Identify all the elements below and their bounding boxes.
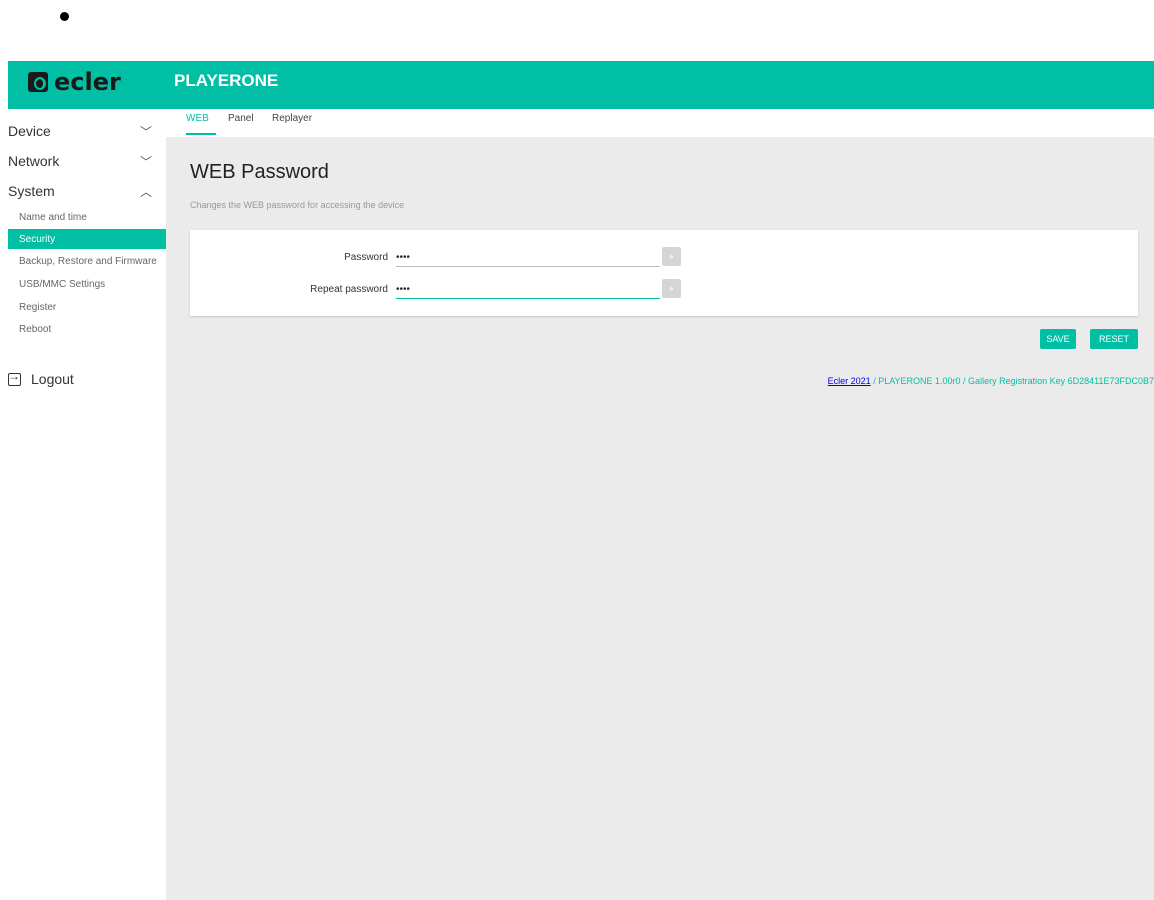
page-description: Changes the WEB password for accessing t… xyxy=(190,200,405,210)
save-button[interactable]: SAVE xyxy=(1040,329,1076,349)
sidebar-item-security[interactable]: Security xyxy=(8,229,166,249)
sidebar-item-label: Register xyxy=(19,301,57,313)
password-input[interactable] xyxy=(396,248,660,267)
repeat-password-input[interactable] xyxy=(396,280,660,299)
password-label: Password xyxy=(344,252,388,263)
tab-replayer[interactable]: Replayer xyxy=(272,113,312,133)
sidebar-item-label: USB/MMC Settings xyxy=(19,278,106,290)
eye-icon: ● xyxy=(669,284,674,293)
logout-label: Logout xyxy=(31,371,74,387)
sidebar-item-reboot[interactable]: Reboot xyxy=(8,319,166,339)
sidebar-item-label: Security xyxy=(19,233,56,245)
sidebar-group-label: System xyxy=(8,183,55,199)
tab-web[interactable]: WEB xyxy=(186,113,209,133)
reset-button[interactable]: RESET xyxy=(1090,329,1138,349)
sidebar-group-label: Device xyxy=(8,123,51,139)
sidebar-item-usb-mmc-settings[interactable]: USB/MMC Settings xyxy=(8,274,166,294)
sidebar-group-network[interactable]: Network ﹀ xyxy=(8,149,166,173)
show-repeat-password-button[interactable]: ● xyxy=(662,279,681,298)
sidebar-item-name-and-time[interactable]: Name and time xyxy=(8,207,166,227)
sidebar-item-backup-restore-firmware[interactable]: Backup, Restore and Firmware xyxy=(8,251,166,271)
eye-icon: ● xyxy=(669,252,674,261)
sidebar-item-label: Reboot xyxy=(19,323,52,335)
sidebar-group-device[interactable]: Device ﹀ xyxy=(8,119,166,143)
page-title: WEB Password xyxy=(190,161,329,183)
sidebar-group-label: Network xyxy=(8,153,60,169)
ecler-link[interactable]: Ecler 2021 xyxy=(828,376,871,386)
sidebar-item-label: Name and time xyxy=(19,211,87,223)
active-tab-indicator xyxy=(186,133,216,135)
logout-icon xyxy=(8,369,21,386)
logo-text: ecler xyxy=(54,68,121,96)
chevron-down-icon: ﹀ xyxy=(140,124,153,139)
chevron-down-icon: ﹀ xyxy=(140,154,153,169)
main-content: WEB Password Changes the WEB password fo… xyxy=(166,137,1154,900)
sidebar-item-register[interactable]: Register xyxy=(8,297,166,317)
footer-text: / PLAYERONE 1.00r0 / Gallery Registratio… xyxy=(870,376,1154,386)
sidebar-item-label: Backup, Restore and Firmware xyxy=(19,255,157,267)
sidebar-group-system[interactable]: System ︿ xyxy=(8,179,166,203)
app-header: ecler PLAYERONE xyxy=(8,61,1154,109)
show-password-button[interactable]: ● xyxy=(662,247,681,266)
tab-panel[interactable]: Panel xyxy=(228,113,254,133)
ecler-logo: ecler xyxy=(28,68,121,96)
logout-button[interactable]: Logout xyxy=(8,369,74,387)
password-form-card: Password ● Repeat password ● xyxy=(190,230,1138,316)
footer: Ecler 2021 / PLAYERONE 1.00r0 / Gallery … xyxy=(828,376,1154,386)
chevron-up-icon: ︿ xyxy=(140,184,153,199)
app-title: PLAYERONE xyxy=(174,71,279,90)
tab-bar: WEB Panel Replayer xyxy=(166,109,1154,137)
ecler-logo-icon xyxy=(28,72,48,92)
sidebar: Device ﹀ Network ﹀ System ︿ Name and tim… xyxy=(8,109,166,900)
repeat-password-label: Repeat password xyxy=(310,284,388,295)
bullet-point xyxy=(60,12,69,21)
